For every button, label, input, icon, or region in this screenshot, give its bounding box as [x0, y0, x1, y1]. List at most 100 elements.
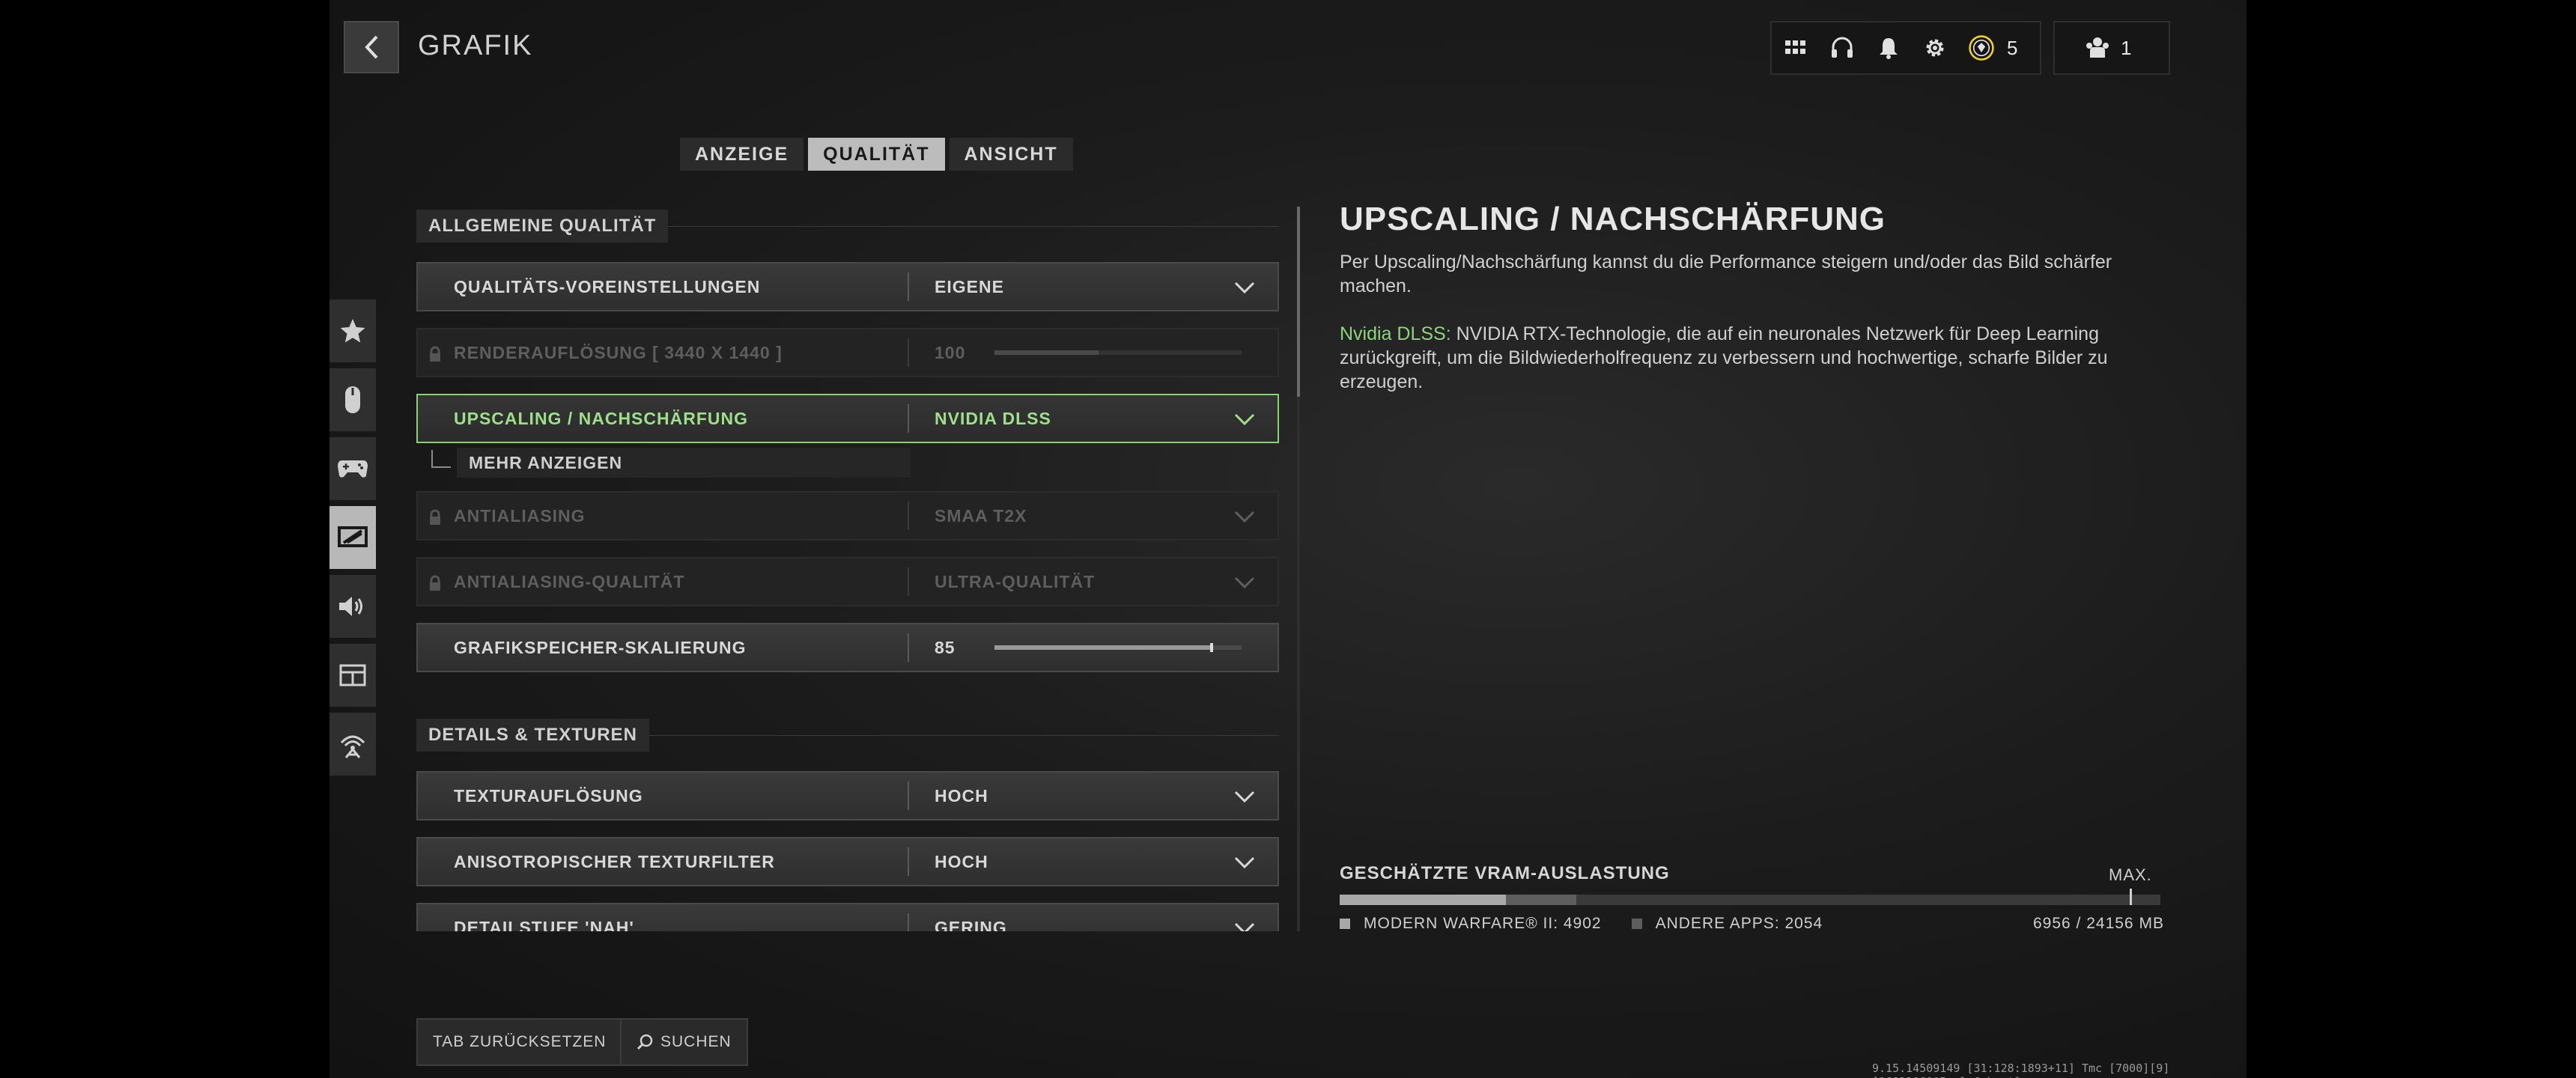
dlss-label: Nvidia DLSS: [1340, 323, 1451, 344]
setting-anisotropic-filter[interactable]: ANISOTROPISCHER TEXTURFILTER HOCH [416, 837, 1279, 886]
graphics-icon [338, 526, 368, 547]
detail-description: Per Upscaling/Nachschärfung kannst du di… [1340, 252, 2112, 296]
setting-value: SMAA T2X [935, 505, 1027, 526]
setting-value: HOCH [935, 851, 988, 871]
vram-title: GESCHÄTZTE VRAM-AUSLASTUNG [1340, 863, 1670, 883]
chevron-down-icon [1234, 856, 1255, 869]
setting-label: ANTIALIASING [418, 502, 909, 530]
setting-label: GRAFIKSPEICHER-SKALIERUNG [418, 633, 909, 662]
currency-icon[interactable] [1968, 34, 1995, 61]
setting-render-resolution: RENDERAUFLÖSUNG [ 3440 X 1440 ] 100 [416, 328, 1279, 377]
vram-legend: MODERN WARFARE® II: 4902 ANDERE APPS: 20… [1340, 915, 1823, 933]
vram-other-segment [1506, 895, 1576, 905]
page-title: GRAFIK [418, 30, 533, 61]
chevron-down-icon [1234, 576, 1255, 589]
setting-label: QUALITÄTS-VOREINSTELLUNGEN [418, 272, 909, 301]
setting-value: 100 [935, 342, 966, 362]
reset-tab-label: TAB ZURÜCKSETZEN [433, 1033, 607, 1050]
nav-controller[interactable] [329, 437, 376, 500]
setting-value: 85 [935, 637, 956, 657]
category-sidebar [329, 299, 376, 782]
setting-texture-resolution[interactable]: TEXTURAUFLÖSUNG HOCH [416, 771, 1279, 820]
lock-icon [430, 509, 440, 525]
tab-qualitaet[interactable]: QUALITÄT [808, 138, 945, 171]
vram-scale-slider[interactable] [994, 643, 1242, 652]
setting-value: ULTRA-QUALITÄT [935, 571, 1096, 591]
tab-ansicht[interactable]: ANSICHT [949, 138, 1073, 171]
setting-label: DETAILSTUFE 'NAH' [418, 913, 909, 931]
chevron-down-icon [1234, 791, 1255, 803]
party-count: 1 [2121, 36, 2132, 59]
section-general: ALLGEMEINE QUALITÄT [416, 207, 1279, 246]
party-button[interactable]: 1 [2053, 21, 2170, 75]
slider-handle[interactable] [1210, 643, 1214, 652]
setting-label: ANTIALIASING-QUALITÄT [418, 567, 909, 596]
setting-vram-scale[interactable]: GRAFIKSPEICHER-SKALIERUNG 85 [416, 623, 1279, 672]
reset-tab-button[interactable]: TAB ZURÜCKSETZEN [416, 1018, 623, 1066]
controller-icon [338, 460, 368, 478]
detail-title: UPSCALING / NACHSCHÄRFUNG [1340, 201, 1886, 237]
setting-quality-preset[interactable]: QUALITÄTS-VOREINSTELLUNGEN EIGENE [416, 262, 1279, 311]
build-version: 9.15.14509149 [31:128:1893+11] Tmc [7000… [1872, 1062, 2170, 1078]
scrollbar-thumb[interactable] [1297, 207, 1300, 397]
bell-icon[interactable] [1875, 34, 1902, 61]
interface-icon [339, 664, 366, 686]
legend-other: ANDERE APPS: 2054 [1655, 915, 1823, 932]
nav-graphics[interactable] [329, 506, 376, 569]
lock-icon [430, 575, 440, 591]
nav-audio[interactable] [329, 575, 376, 638]
speaker-icon [339, 597, 362, 616]
vram-game-segment [1340, 895, 1507, 905]
chevron-down-icon [1234, 922, 1255, 931]
show-more-row: MEHR ANZEIGEN [431, 448, 1279, 478]
vram-max-label: MAX. [2109, 865, 2152, 884]
vram-total: 6956 / 24156 MB [2033, 915, 2164, 932]
chevron-down-icon [1234, 281, 1255, 294]
mouse-icon [345, 386, 360, 413]
search-icon [637, 1034, 653, 1050]
setting-value: EIGENE [935, 276, 1004, 296]
render-resolution-slider [994, 350, 1242, 355]
setting-value-wrap: 85 [909, 638, 1278, 658]
tab-anzeige[interactable]: ANZEIGE [680, 138, 804, 171]
setting-antialiasing: ANTIALIASING SMAA T2X [416, 491, 1279, 540]
setting-value: GERING [935, 917, 1007, 932]
slider-fill [994, 350, 1099, 355]
setting-upscaling[interactable]: UPSCALING / NACHSCHÄRFUNG NVIDIA DLSS [416, 394, 1279, 443]
vram-usage-bar [1340, 889, 2160, 905]
nav-interface[interactable] [329, 644, 376, 707]
setting-label: TEXTURAUFLÖSUNG [418, 782, 909, 810]
nav-favorites[interactable] [329, 299, 376, 362]
top-toolbar: 5 [1770, 21, 2041, 75]
show-more-button[interactable]: MEHR ANZEIGEN [457, 448, 911, 478]
setting-detail-near[interactable]: DETAILSTUFE 'NAH' GERING [416, 903, 1279, 931]
party-icon [2086, 37, 2109, 58]
back-button[interactable] [344, 21, 399, 73]
setting-value-wrap: 100 [909, 343, 1278, 363]
slider-fill [994, 645, 1212, 650]
tab-bar: ANZEIGE QUALITÄT ANSICHT [680, 138, 1073, 171]
chevron-left-icon [365, 35, 378, 59]
setting-label: RENDERAUFLÖSUNG [ 3440 X 1440 ] [418, 338, 909, 367]
vram-max-marker [2130, 889, 2133, 905]
settings-list: ALLGEMEINE QUALITÄT QUALITÄTS-VOREINSTEL… [416, 204, 1279, 931]
section-title: DETAILS & TEXTUREN [416, 719, 649, 752]
gear-icon[interactable] [1922, 34, 1948, 61]
headset-icon[interactable] [1829, 34, 1856, 61]
search-label: SUCHEN [660, 1033, 732, 1050]
star-icon [340, 319, 365, 343]
legend-swatch-game [1340, 919, 1350, 929]
setting-label: ANISOTROPISCHER TEXTURFILTER [418, 847, 909, 876]
settings-screen: GRAFIK 5 1 ANZEIGE QUALITÄT ANSICHT ALLG… [329, 0, 2247, 1078]
nav-mouse-keyboard[interactable] [329, 368, 376, 431]
lock-icon [430, 346, 440, 362]
grid-menu-icon[interactable] [1782, 34, 1809, 61]
setting-value: NVIDIA DLSS [935, 408, 1051, 428]
search-button[interactable]: SUCHEN [620, 1018, 748, 1066]
notification-count: 5 [2007, 36, 2018, 59]
section-details: DETAILS & TEXTUREN [416, 716, 1279, 755]
setting-antialiasing-quality: ANTIALIASING-QUALITÄT ULTRA-QUALITÄT [416, 557, 1279, 606]
section-title: ALLGEMEINE QUALITÄT [416, 210, 669, 243]
nav-network[interactable] [329, 713, 376, 776]
setting-value: HOCH [935, 785, 988, 806]
